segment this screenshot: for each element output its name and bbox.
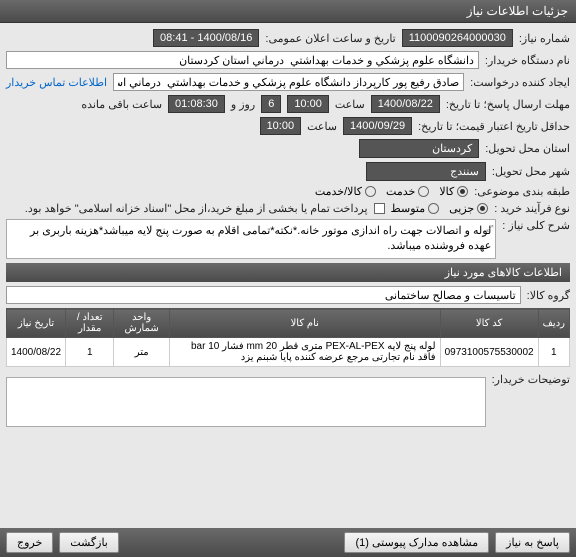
- valid-time: 10:00: [260, 117, 302, 135]
- th-idx: ردیف: [538, 309, 569, 338]
- th-name: نام کالا: [169, 309, 440, 338]
- days-value: 6: [261, 95, 281, 113]
- province-value: كردستان: [359, 139, 479, 158]
- footer-toolbar: پاسخ به نیاز مشاهده مدارک پیوستی (1) باز…: [0, 528, 576, 557]
- radio-dot-icon: [365, 186, 376, 197]
- th-date: تاریخ نیاز: [7, 309, 66, 338]
- radio-both[interactable]: کالا/خدمت: [315, 185, 376, 198]
- creator-label: ایجاد کننده درخواست:: [470, 76, 570, 89]
- radio-both-label: کالا/خدمت: [315, 185, 362, 198]
- creator-input[interactable]: [113, 73, 464, 91]
- radio-tiny[interactable]: جزیی: [449, 202, 488, 215]
- buyer-notes-textarea[interactable]: [6, 377, 486, 427]
- cell-qty: 1: [66, 338, 114, 367]
- radio-goods[interactable]: کالا: [439, 185, 468, 198]
- cell-date: 1400/08/22: [7, 338, 66, 367]
- deadline-label: مهلت ارسال پاسخ؛ تا تاریخ:: [446, 98, 570, 111]
- radio-dot-icon: [428, 203, 439, 214]
- th-code: کد کالا: [440, 309, 538, 338]
- city-value: سنندج: [366, 162, 486, 181]
- page-header: جزئیات اطلاعات نیاز: [0, 0, 576, 23]
- desc-text: لوله و اتصالات جهت راه اندازی موتور خانه…: [30, 225, 491, 252]
- remaining-label: ساعت باقی مانده: [81, 98, 162, 111]
- radio-dot-icon: [418, 186, 429, 197]
- deadline-time: 10:00: [287, 95, 329, 113]
- need-no-label: شماره نیاز:: [519, 32, 570, 45]
- radio-dot-icon: [477, 203, 488, 214]
- exit-button[interactable]: خروج: [6, 532, 53, 553]
- table-row[interactable]: 1 0973100575530002 لوله پنج لایه PEX-AL-…: [7, 338, 570, 367]
- desc-label: شرح کلی نیاز :: [502, 219, 570, 232]
- radio-goods-label: کالا: [439, 185, 454, 198]
- city-label: شهر محل تحویل:: [492, 165, 570, 178]
- need-no-value: 1100090264000030: [402, 29, 513, 47]
- items-table: ردیف کد کالا نام کالا واحد شمارش تعداد /…: [6, 308, 570, 367]
- contact-link[interactable]: اطلاعات تماس خریدار: [6, 76, 107, 89]
- cell-code: 0973100575530002: [440, 338, 538, 367]
- radio-medium-label: متوسط: [391, 202, 426, 215]
- main-content: شماره نیاز: 1100090264000030 تاریخ و ساع…: [0, 23, 576, 437]
- province-label: استان محل تحویل:: [485, 142, 570, 155]
- valid-label: حداقل تاریخ اعتبار قیمت؛ تا تاریخ:: [418, 120, 570, 133]
- items-section-header: اطلاعات کالاهای مورد نیاز: [6, 263, 570, 282]
- attachments-button[interactable]: مشاهده مدارک پیوستی (1): [344, 532, 489, 553]
- valid-date: 1400/09/29: [343, 117, 412, 135]
- page-title: جزئیات اطلاعات نیاز: [467, 4, 568, 18]
- radio-service-label: خدمت: [386, 185, 415, 198]
- group-label: گروه کالا:: [527, 289, 570, 302]
- public-date-value: 1400/08/16 - 08:41: [153, 29, 259, 47]
- category-label: طبقه بندی موضوعی:: [474, 185, 570, 198]
- th-qty: تعداد / مقدار: [66, 309, 114, 338]
- group-input[interactable]: [6, 286, 521, 304]
- buyer-input[interactable]: [6, 51, 479, 69]
- hour-label-1: ساعت: [335, 98, 365, 111]
- reply-button[interactable]: پاسخ به نیاز: [495, 532, 570, 553]
- table-header-row: ردیف کد کالا نام کالا واحد شمارش تعداد /…: [7, 309, 570, 338]
- radio-service[interactable]: خدمت: [386, 185, 429, 198]
- cell-unit: متر: [114, 338, 170, 367]
- desc-textarea[interactable]: ⤢ لوله و اتصالات جهت راه اندازی موتور خا…: [6, 219, 496, 259]
- radio-tiny-label: جزیی: [449, 202, 474, 215]
- category-radio-group: کالا خدمت کالا/خدمت: [315, 185, 468, 198]
- remaining-time: 01:08:30: [168, 95, 225, 113]
- radio-dot-icon: [457, 186, 468, 197]
- buyer-notes-label: توضیحات خریدار:: [492, 373, 570, 386]
- public-date-label: تاریخ و ساعت اعلان عمومی:: [265, 32, 395, 45]
- items-section-title: اطلاعات کالاهای مورد نیاز: [445, 267, 562, 279]
- radio-medium[interactable]: متوسط: [391, 202, 440, 215]
- deadline-date: 1400/08/22: [371, 95, 440, 113]
- day-label: روز و: [231, 98, 255, 111]
- payment-note: پرداخت تمام یا بخشی از مبلغ خرید،از محل …: [25, 202, 368, 215]
- buyer-label: نام دستگاه خریدار:: [485, 54, 570, 67]
- cell-name: لوله پنج لایه PEX-AL-PEX متری قطر 20 mm …: [169, 338, 440, 367]
- cell-idx: 1: [538, 338, 569, 367]
- th-unit: واحد شمارش: [114, 309, 170, 338]
- process-label: نوع فرآیند خرید :: [494, 202, 570, 215]
- back-button[interactable]: بازگشت: [59, 532, 119, 553]
- payment-checkbox[interactable]: [374, 203, 385, 214]
- process-radio-group: جزیی متوسط: [391, 202, 489, 215]
- hour-label-2: ساعت: [307, 120, 337, 133]
- spacer: [125, 532, 339, 553]
- expand-icon[interactable]: ⤢: [486, 222, 493, 235]
